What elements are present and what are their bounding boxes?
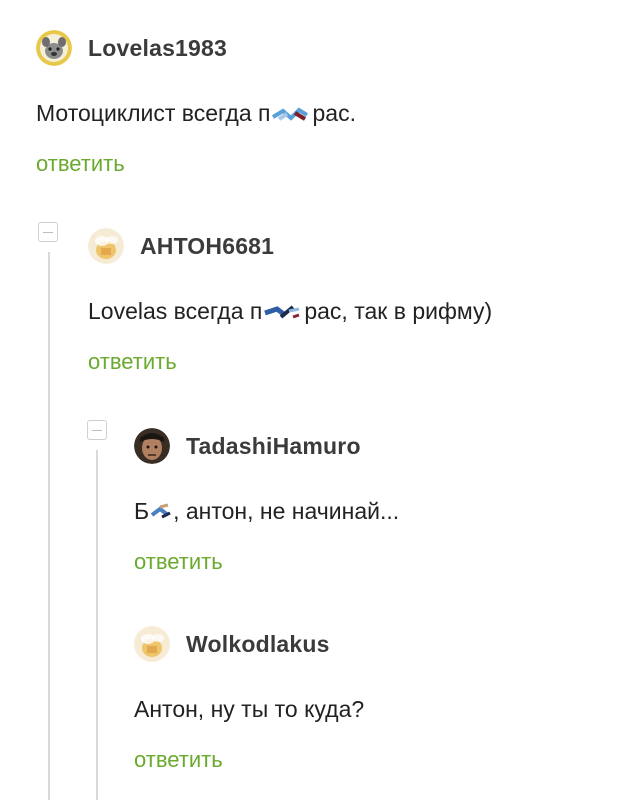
comment-text-part: Мотоциклист всегда п (36, 100, 271, 126)
comment-header: Wolkodlakus (134, 624, 364, 664)
comment-header: АНТОН6681 (88, 226, 492, 266)
username[interactable]: Lovelas1983 (88, 35, 227, 62)
comment-header: TadashiHamuro (134, 426, 399, 466)
comment-text-part: рас. (312, 100, 356, 126)
collapse-toggle-tadashihamuro[interactable] (87, 420, 107, 440)
thread-line-level-1 (48, 252, 50, 800)
username[interactable]: TadashiHamuro (186, 433, 361, 460)
photo-avatar-icon[interactable] (134, 428, 170, 464)
stock-blurred-avatar-icon[interactable] (134, 626, 170, 662)
thread-line-level-2 (96, 450, 98, 800)
comment-text-part: рас, так в рифму) (304, 298, 493, 324)
comment-text-part: , антон, не начинай... (173, 498, 400, 524)
censor-scribble-icon (263, 300, 303, 319)
username[interactable]: АНТОН6681 (140, 233, 274, 260)
comment-text: Б , антон, не начинай... (134, 498, 399, 525)
comment-tadashihamuro: TadashiHamuro Б , антон, не начинай... от… (134, 426, 399, 575)
reply-link[interactable]: ответить (134, 747, 223, 773)
comment-text-part: Lovelas всегда п (88, 298, 263, 324)
reply-link[interactable]: ответить (36, 151, 125, 177)
username[interactable]: Wolkodlakus (186, 631, 330, 658)
reply-link[interactable]: ответить (134, 549, 223, 575)
comment-wolkodlakus: Wolkodlakus Антон, ну ты то куда? ответи… (134, 624, 364, 773)
comment-header: Lovelas1983 (36, 28, 356, 68)
comment-anton6681: АНТОН6681 Lovelas всегда п рас, так в риф… (88, 226, 492, 375)
comment-text: Мотоциклист всегда п рас. (36, 100, 356, 127)
reply-link[interactable]: ответить (88, 349, 177, 375)
comment-text: Lovelas всегда п рас, так в рифму) (88, 298, 492, 325)
comment-text: Антон, ну ты то куда? (134, 696, 365, 722)
comment-text-part: Б (134, 498, 150, 524)
collapse-toggle-antonn6681[interactable] (38, 222, 58, 242)
bulldog-avatar-icon[interactable] (36, 30, 72, 66)
comment-lovelas1983: Lovelas1983 Мотоциклист всегда п рас. отв… (36, 28, 356, 177)
censor-scribble-icon (150, 500, 172, 519)
stock-blurred-avatar-icon[interactable] (88, 228, 124, 264)
censor-scribble-icon (271, 102, 311, 121)
